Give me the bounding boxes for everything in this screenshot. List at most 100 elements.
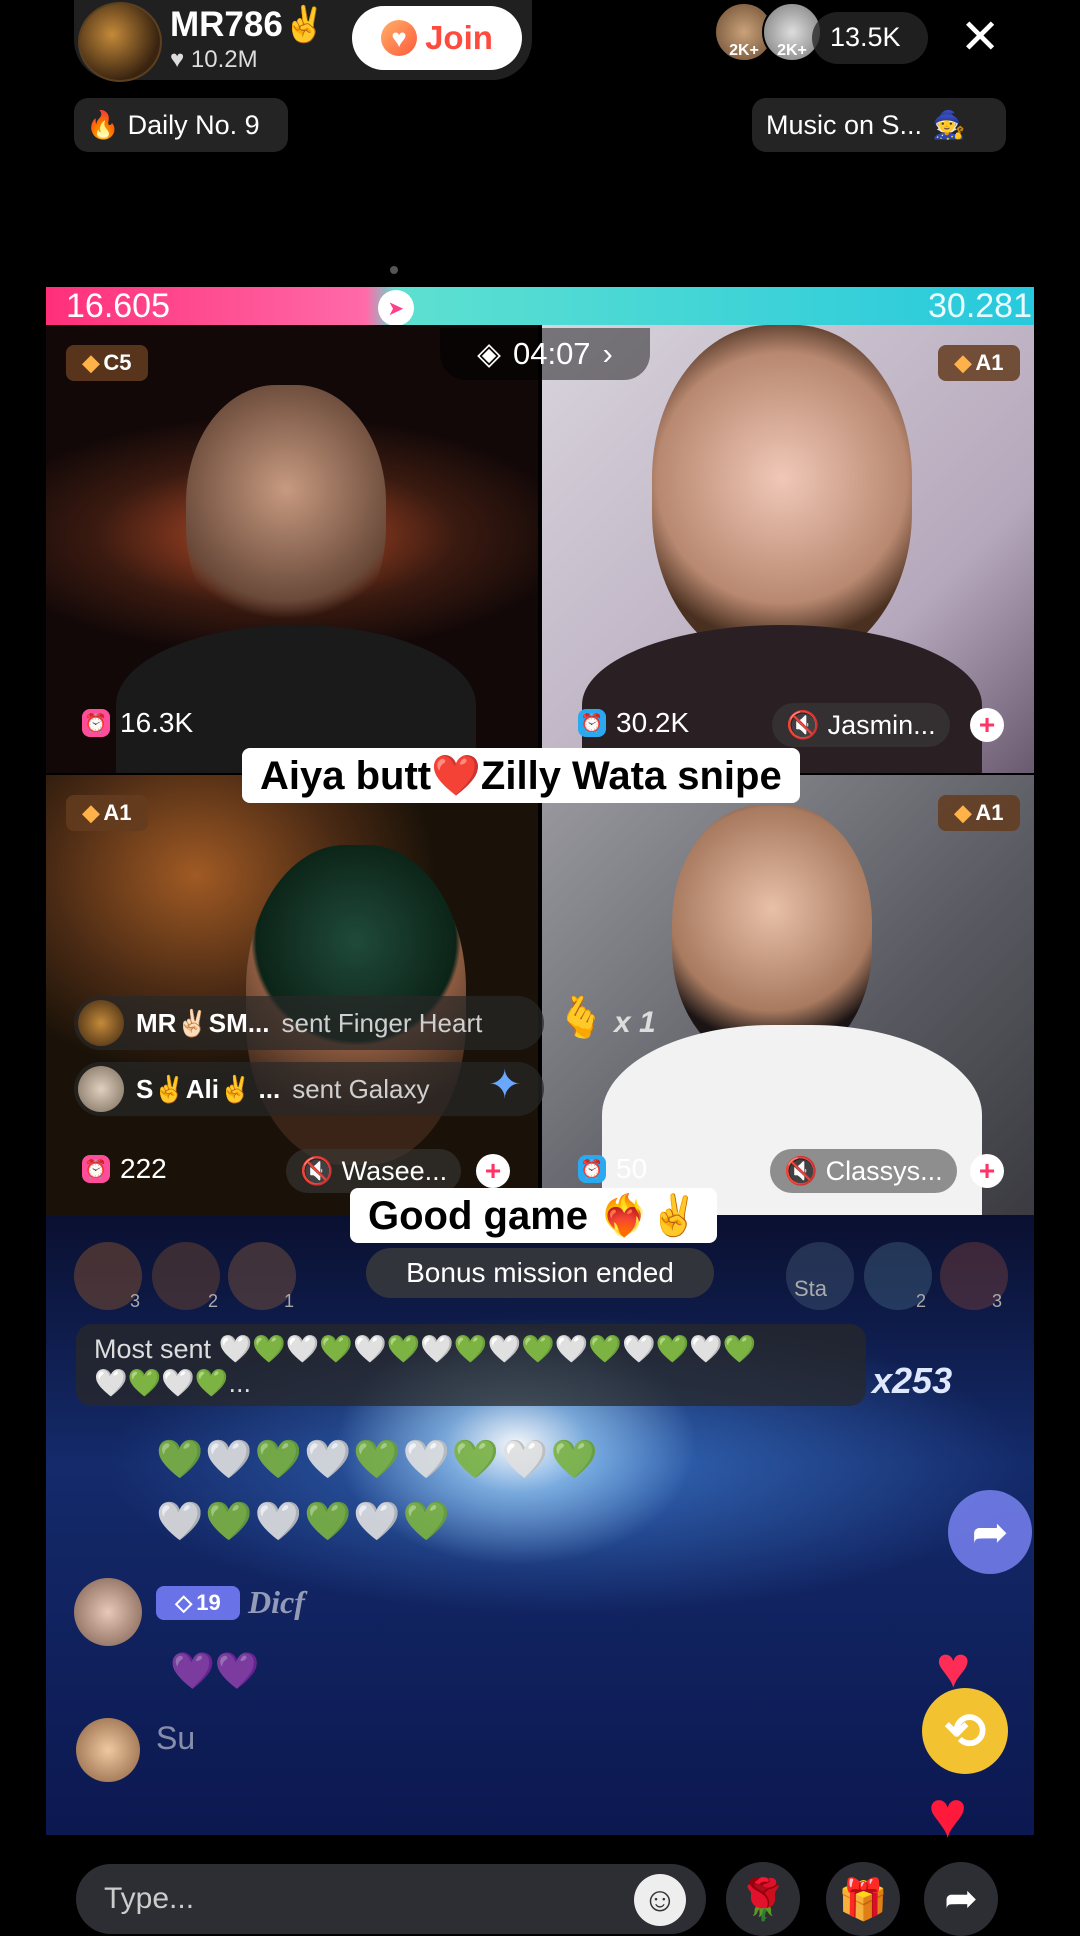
guest-name: Classys... [825,1155,943,1186]
host-likes-count: 10.2M [190,46,258,73]
avatar [78,1066,124,1112]
bonus-mission-banner: Bonus mission ended [366,1248,714,1298]
share-button[interactable]: ➦ [924,1862,998,1936]
gift-text: sent Finger Heart [281,1007,483,1038]
follow-plus-icon[interactable]: + [476,1154,510,1188]
follow-plus-icon[interactable]: + [970,708,1004,742]
score-right: 30.281 [928,287,1032,325]
tile-likes-count: 16.3K [120,707,194,738]
diamond-icon: ◆ [954,800,972,825]
gift-notification: S✌️Ali✌️ ... sent Galaxy [74,1062,544,1116]
gifter-avatar[interactable]: 2 [152,1242,220,1311]
tier-label: A1 [975,800,1004,825]
guest-tile-2[interactable]: ◆ A1 ⏰ 30.2K 🔇 Jasmin... + [542,325,1034,773]
emoji-icon[interactable]: ☺ [634,1874,686,1926]
guest-name-pill[interactable]: 🔇 Jasmin... [772,703,950,747]
join-button[interactable]: ♥ Join [352,6,522,70]
diamond-icon: ◆ [82,350,100,375]
tier-badge: ◆ A1 [938,345,1020,381]
hearts-line: 🤍💚🤍💚... [94,1368,251,1398]
viewer-badge-2: 2K+ [777,42,807,59]
heart-plus-icon: ♥ [381,20,418,56]
gift-sender: S✌️Ali✌️ ... [136,1073,281,1104]
heart-combo-icon: 🤍💚🤍💚🤍💚 [156,1501,452,1543]
daily-ranking-pill[interactable]: 🔥 Daily No. 9 [74,98,288,152]
timer-value: 04:07 [512,336,591,371]
alarm-icon: ⏰ [578,709,606,737]
gift-text: sent Galaxy [292,1073,430,1104]
alarm-icon: ⏰ [82,1155,110,1183]
caption-upper: Aiya butt❤️Zilly Wata snipe [242,748,800,803]
alarm-icon: ⏰ [82,709,110,737]
diamond-icon: ◇ [175,1590,193,1615]
gift-count: x 1 [614,1006,656,1039]
guest-name-pill[interactable]: 🔇 Wasee... [286,1149,462,1193]
chevron-right-icon: › [602,336,613,371]
host-likes: ♥ 10.2M [170,46,258,74]
galaxy-icon: ✦ [488,1063,522,1107]
flame-icon: 🔥 [86,110,120,140]
gifter-avatar[interactable]: 3 [940,1242,1008,1311]
most-sent-card: Most sent 🤍💚🤍💚🤍💚🤍💚🤍💚🤍💚🤍💚🤍💚 🤍💚🤍💚... [76,1324,866,1406]
viewer-count: 13.5K [830,22,901,52]
diamond-icon: ◆ [954,350,972,375]
chat-username: Dicf [248,1584,305,1620]
tier-badge: ◆ A1 [66,795,148,831]
tier-label: C5 [103,350,132,375]
tile-likes: ⏰ 30.2K [578,707,689,739]
caption-lower: Good game ❤️‍🔥✌️ [350,1188,717,1243]
finger-heart-icon: 🫰 [556,996,606,1040]
chat-username: Su [156,1720,196,1756]
avatar[interactable] [74,1578,142,1646]
rose-icon: 🌹 [738,1877,788,1922]
viewer-badge-1: 2K+ [729,42,759,59]
host-avatar[interactable] [78,2,162,82]
level-number: 19 [196,1590,221,1615]
alarm-icon: ⏰ [578,1155,606,1183]
daily-label: Daily No. 9 [127,109,260,140]
battle-timer[interactable]: ◈ 04:07 › [440,328,650,380]
guest-video-1 [186,385,386,645]
heart-combo-icon: 💜💜 [170,1650,260,1691]
gifter-avatar[interactable]: 2 [864,1242,932,1311]
avatar[interactable] [76,1718,140,1782]
guest-tile-4[interactable]: ◆ A1 ⏰ 50 🔇 Classys... + [542,775,1034,1219]
score-divider-icon: ➤ [377,290,414,326]
music-pill[interactable]: Music on S... 🧙 [752,98,1006,152]
rank-label: 2 [915,1291,926,1311]
tier-label: A1 [975,350,1004,375]
heart-icon: ♥ [170,46,185,73]
gifter-avatar[interactable]: 1 [228,1242,296,1311]
tier-badge: ◆ A1 [938,795,1020,831]
share-arrow-icon: ➦ [944,1877,978,1921]
tile-likes: ⏰ 50 [578,1153,647,1185]
join-label: Join [425,19,493,56]
muted-icon: 🔇 [300,1156,334,1186]
avatar [78,1000,124,1046]
tile-likes-count: 50 [616,1153,648,1184]
guest-name: Jasmin... [827,709,936,740]
comment-input[interactable]: Type... [76,1864,706,1934]
guest-tile-1[interactable]: ◆ C5 ⏰ 16.3K [46,325,538,773]
rose-gift-button[interactable]: 🌹 [726,1862,800,1936]
repost-icon[interactable]: ⟲ [922,1688,1008,1774]
gift-icon: 🎁 [838,1877,888,1922]
close-icon[interactable]: ✕ [960,10,1000,66]
share-arrow-icon[interactable]: ➦ [948,1490,1032,1574]
tile-likes: ⏰ 222 [82,1153,167,1185]
follow-plus-icon[interactable]: + [970,1154,1004,1188]
wizard-icon: 🧙 [932,110,966,140]
diamond-icon: ◈ [477,336,501,371]
rank-label: 2 [207,1291,218,1311]
gifter-avatar[interactable]: Sta [786,1242,854,1310]
heart-combo-icon: 💚🤍💚🤍💚🤍💚🤍💚 [156,1439,600,1481]
score-left: 16.605 [66,287,170,325]
guest-name-pill[interactable]: 🔇 Classys... [770,1149,957,1193]
tier-label: A1 [103,800,132,825]
gift-button[interactable]: 🎁 [826,1862,900,1936]
hearts-line: 🤍💚🤍💚🤍💚🤍💚🤍💚🤍💚🤍💚🤍💚 [218,1334,757,1364]
rank-label: Sta [794,1276,828,1301]
muted-icon: 🔇 [784,1156,818,1186]
battle-score-bar [46,287,1034,325]
gifter-avatar[interactable]: 3 [74,1242,142,1311]
